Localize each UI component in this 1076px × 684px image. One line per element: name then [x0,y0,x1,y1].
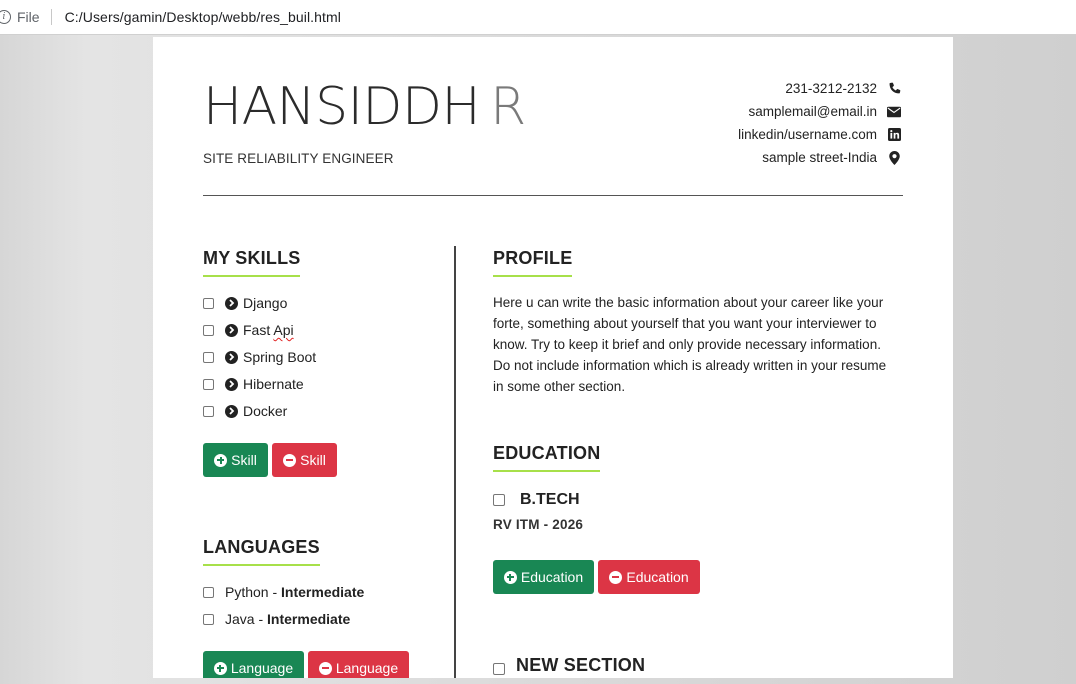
skill-item: Docker [203,403,287,419]
plus-circle-icon [213,661,227,675]
add-skill-button[interactable]: Skill [203,443,268,477]
profile-text: Here u can write the basic information a… [493,295,887,394]
file-label: File [17,9,40,25]
language-level: Intermediate [281,584,365,600]
skills-title: MY SKILLS [203,248,301,277]
language-checkbox[interactable] [203,613,214,625]
skill-item: Fast Api [203,322,294,338]
address-text: sample street-India [762,150,877,165]
column-divider [454,246,456,678]
spellcheck-underline: Api [273,322,294,338]
new-section-title: NEW SECTION [516,655,645,678]
minus-circle-icon [283,453,297,467]
skill-checkbox[interactable] [203,378,214,390]
envelope-icon [887,106,901,118]
language-item: Python - Intermediate [203,584,364,600]
profile-title: PROFILE [493,248,573,277]
skill-label: Docker [243,403,288,419]
language-name: Java [225,611,255,627]
linkedin-icon [887,128,901,141]
minus-circle-icon [318,661,332,675]
language-separator: - [254,611,268,627]
phone-text: 231-3212-2132 [785,81,877,96]
skill-checkbox[interactable] [203,297,214,309]
contact-email: samplemail@email.in [738,100,901,123]
chevron-circle-right-icon [225,323,238,337]
skill-item: Django [203,295,287,311]
skill-label-text: Fast Api [243,322,294,338]
skill-label: Django [243,295,288,311]
degree-title: B.TECH [520,491,580,508]
chevron-circle-right-icon [225,377,238,391]
remove-education-button[interactable]: Education [598,560,700,594]
skill-item: Spring Boot [203,349,316,365]
minus-circle-icon [609,570,623,584]
skill-label: Spring Boot [243,349,317,365]
address-separator [50,9,52,25]
new-section-checkbox[interactable] [493,662,505,675]
language-item: Java - Intermediate [203,611,350,627]
phone-icon [887,82,901,96]
languages-title: LANGUAGES [203,537,320,566]
last-initial: R [490,77,526,137]
header-divider [203,195,903,196]
linkedin-text: linkedin/username.com [738,127,877,142]
contact-phone: 231-3212-2132 [738,77,901,100]
skill-item: Hibernate [203,376,304,392]
url-text[interactable]: C:/Users/gamin/Desktop/webb/res_buil.htm… [65,9,341,25]
education-item: B.TECH [493,491,580,509]
job-title: SITE RELIABILITY ENGINEER [203,151,394,166]
skill-label: Fast Api [243,322,294,338]
language-separator: - [268,584,282,600]
language-checkbox[interactable] [203,586,214,598]
chevron-circle-right-icon [225,350,238,364]
remove-language-label: Language [335,660,399,676]
plus-circle-icon [214,453,228,467]
candidate-name: HANSIDDH R [203,77,526,137]
language-level: Intermediate [267,611,351,627]
add-education-button[interactable]: Education [493,560,594,594]
remove-skill-label: Skill [300,452,326,468]
education-checkbox[interactable] [493,494,505,506]
language-name: Python [225,584,269,600]
new-section-header: NEW SECTION [493,655,645,678]
remove-skill-button[interactable]: Skill [272,443,337,477]
add-language-label: Language [230,660,294,676]
resume-page: HANSIDDH R SITE RELIABILITY ENGINEER 231-… [153,37,953,678]
remove-education-label: Education [626,569,689,585]
chevron-circle-right-icon [225,296,238,310]
add-education-label: Education [520,569,584,585]
skill-checkbox[interactable] [203,351,214,363]
plus-circle-icon [503,570,517,584]
first-name: HANSIDDH [203,77,481,137]
map-marker-icon [887,150,901,165]
contact-block: 231-3212-2132 samplemail@email.in linked… [738,77,901,169]
remove-language-button[interactable]: Language [308,651,409,678]
email-text: samplemail@email.in [748,104,878,119]
institute-text: RV ITM - 2026 [493,517,584,532]
skill-checkbox[interactable] [203,405,214,417]
skill-checkbox[interactable] [203,324,214,336]
info-icon[interactable]: i [0,10,11,24]
contact-linkedin: linkedin/username.com [738,123,901,146]
skill-label: Hibernate [243,376,304,392]
education-title: EDUCATION [493,443,601,472]
contact-address: sample street-India [738,146,901,169]
chevron-circle-right-icon [225,404,238,418]
add-skill-label: Skill [231,452,257,468]
browser-address-bar[interactable]: i File C:/Users/gamin/Desktop/webb/res_b… [0,0,1076,35]
add-language-button[interactable]: Language [203,651,304,678]
